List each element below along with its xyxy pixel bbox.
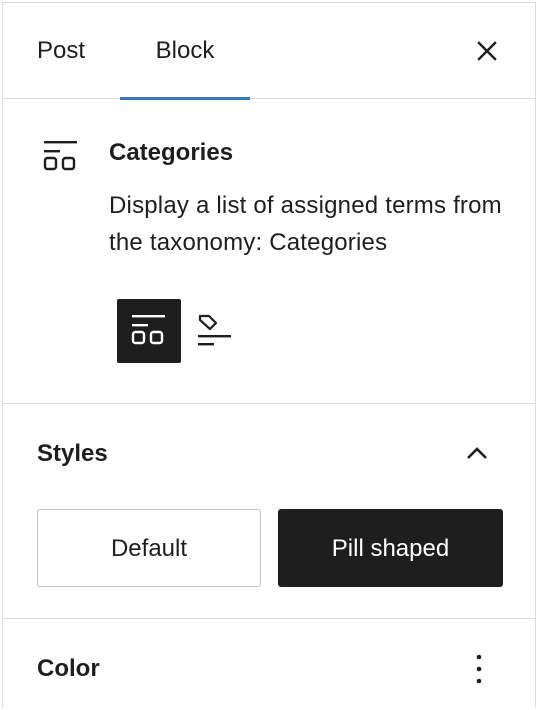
variation-categories-button[interactable] bbox=[117, 299, 181, 363]
block-inspector-panel: Post Block Categories Display a list of … bbox=[2, 2, 536, 708]
color-section-title: Color bbox=[37, 655, 100, 682]
tag-icon bbox=[198, 314, 231, 346]
inspector-tabs-header: Post Block bbox=[3, 3, 535, 100]
color-section: Color bbox=[3, 619, 535, 708]
tab-post[interactable]: Post bbox=[37, 3, 117, 99]
styles-toggle-button[interactable] bbox=[459, 436, 495, 472]
variation-tags-button[interactable] bbox=[183, 299, 247, 363]
block-title: Categories bbox=[109, 139, 234, 166]
tab-block[interactable]: Block bbox=[120, 3, 250, 100]
close-icon bbox=[477, 41, 497, 61]
color-options-button[interactable] bbox=[467, 651, 491, 687]
styles-section-title[interactable]: Styles bbox=[37, 440, 108, 468]
categories-icon bbox=[131, 315, 165, 345]
chevron-up-icon bbox=[467, 447, 487, 459]
vertical-ellipsis-icon bbox=[476, 654, 482, 684]
block-card: Categories Display a list of assigned te… bbox=[3, 99, 535, 404]
style-pill-shaped-button[interactable]: Pill shaped bbox=[278, 509, 503, 587]
block-description: Display a list of assigned terms from th… bbox=[109, 192, 502, 256]
styles-section: Styles Default Pill shaped bbox=[3, 404, 535, 619]
style-default-button[interactable]: Default bbox=[37, 509, 261, 587]
categories-icon bbox=[43, 141, 77, 171]
close-button[interactable] bbox=[469, 33, 505, 69]
